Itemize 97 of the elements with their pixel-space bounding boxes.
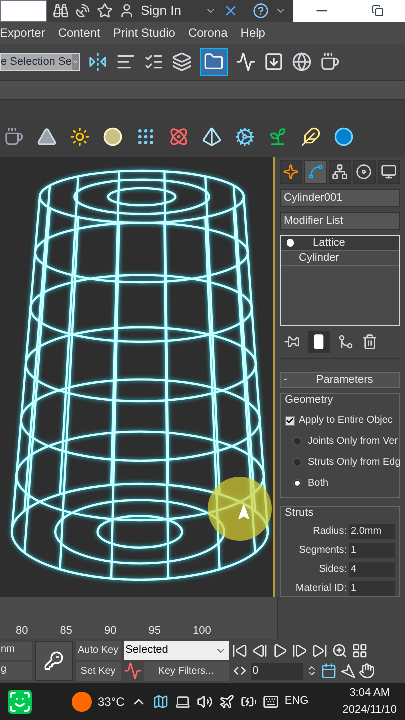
skip-forward-icon[interactable] bbox=[312, 642, 328, 658]
key-filters-button[interactable]: Key Filters... bbox=[144, 662, 229, 681]
hierarchy-tab[interactable] bbox=[328, 160, 352, 184]
sparkle-tab[interactable] bbox=[280, 160, 302, 184]
target-icon bbox=[356, 164, 372, 180]
radio-button[interactable] bbox=[293, 479, 302, 488]
auto-key-button[interactable]: Auto Key bbox=[76, 641, 121, 660]
cog-icon[interactable] bbox=[235, 127, 255, 147]
menu-item[interactable]: Print Studio bbox=[113, 24, 176, 42]
sign-in-button[interactable]: Sign In bbox=[141, 1, 182, 21]
user-icon[interactable] bbox=[119, 3, 135, 19]
menu-item[interactable]: Corona bbox=[188, 24, 228, 42]
app-icon[interactable] bbox=[152, 694, 169, 710]
laptop-icon[interactable] bbox=[174, 694, 191, 710]
monitor-tab[interactable] bbox=[378, 160, 400, 184]
input-field[interactable]: 1 bbox=[349, 543, 395, 558]
molecule-icon[interactable] bbox=[169, 127, 189, 147]
sun-icon[interactable] bbox=[70, 127, 90, 147]
star-icon[interactable] bbox=[97, 3, 113, 19]
menu-item[interactable]: Help bbox=[240, 24, 266, 42]
key-mode-dropdown[interactable]: Selected bbox=[124, 641, 229, 660]
key-icon bbox=[44, 651, 64, 671]
bin-icon[interactable] bbox=[362, 334, 378, 350]
curve-tab[interactable] bbox=[304, 160, 327, 184]
teapot-icon[interactable] bbox=[4, 127, 24, 147]
circle-icon[interactable] bbox=[103, 127, 123, 147]
clock-date[interactable]: 2024/11/10 bbox=[342, 702, 397, 718]
feather-icon[interactable] bbox=[301, 127, 321, 147]
airplane-icon[interactable] bbox=[218, 694, 235, 710]
pyramid-icon[interactable] bbox=[202, 127, 222, 147]
cursor-highlight bbox=[208, 477, 272, 541]
temperature-text[interactable]: 33°C bbox=[98, 692, 125, 710]
set-key-mode-button[interactable]: Set Key bbox=[76, 662, 121, 681]
dot-grid-icon[interactable] bbox=[136, 127, 156, 147]
sparkle-icon bbox=[283, 164, 300, 180]
parameters-rollout-header[interactable]: - Parameters bbox=[280, 372, 400, 388]
grass-icon[interactable] bbox=[268, 127, 288, 147]
weather-sun-icon[interactable] bbox=[72, 692, 92, 712]
grid-icon[interactable] bbox=[352, 642, 368, 658]
key-mode-value: Selected bbox=[126, 643, 168, 658]
pin-icon[interactable] bbox=[284, 334, 300, 350]
fork-icon[interactable] bbox=[338, 334, 354, 350]
radio-button[interactable] bbox=[293, 458, 302, 467]
curve-icon[interactable] bbox=[124, 662, 142, 680]
help-icon[interactable] bbox=[253, 3, 269, 19]
satellite-dish-icon[interactable] bbox=[75, 3, 91, 19]
geometry-group: Geometry Apply to Entire Objec Joints Only from Ver Struts Only from Edg Both bbox=[280, 393, 400, 498]
show-end-result-button[interactable] bbox=[308, 330, 330, 353]
arrow-icon[interactable] bbox=[340, 663, 356, 679]
calendar-icon[interactable] bbox=[320, 663, 337, 679]
binoculars-icon[interactable] bbox=[53, 3, 69, 19]
input-field[interactable]: 2.0mm bbox=[349, 524, 395, 539]
monitor-icon bbox=[380, 164, 397, 180]
step-back-icon[interactable] bbox=[252, 642, 268, 658]
globe-icon[interactable] bbox=[292, 52, 312, 72]
folder-icon bbox=[204, 52, 224, 72]
search-field[interactable] bbox=[0, 0, 47, 22]
object-name-field[interactable]: Cylinder001 bbox=[280, 189, 400, 207]
check-icon bbox=[286, 416, 294, 424]
clock-time[interactable]: 3:04 AM bbox=[350, 685, 390, 702]
restore-icon[interactable] bbox=[372, 5, 384, 17]
unit-field[interactable]: g bbox=[0, 662, 32, 680]
menu-item[interactable]: Content bbox=[58, 24, 100, 42]
keyboard-icon[interactable] bbox=[262, 694, 279, 710]
stack-item[interactable]: Lattice bbox=[281, 236, 399, 251]
menu-item[interactable]: Exporter bbox=[0, 24, 46, 42]
language-indicator[interactable]: ENG bbox=[284, 693, 309, 710]
unit-field[interactable]: nm bbox=[0, 642, 32, 660]
play-icon[interactable] bbox=[272, 642, 288, 658]
teapot-icon[interactable] bbox=[320, 52, 340, 72]
frame-field[interactable]: 0 bbox=[250, 662, 303, 680]
layers-icon[interactable] bbox=[172, 52, 192, 72]
modifier-list-dropdown[interactable]: Modifier List bbox=[280, 212, 400, 230]
folder-button[interactable] bbox=[200, 48, 228, 76]
curve-icon bbox=[308, 164, 324, 180]
selection-set-dropdown[interactable]: e Selection Se bbox=[0, 53, 80, 71]
hand-icon[interactable] bbox=[358, 663, 375, 679]
lightbulb-icon[interactable] bbox=[286, 239, 294, 247]
input-field[interactable]: 4 bbox=[349, 562, 395, 577]
app-icon[interactable] bbox=[8, 690, 32, 714]
zoom-icon[interactable] bbox=[332, 642, 348, 658]
radio-button[interactable] bbox=[293, 437, 302, 446]
step-forward-icon[interactable] bbox=[292, 642, 308, 658]
sphere-icon[interactable] bbox=[334, 127, 354, 147]
mirror-icon[interactable] bbox=[88, 52, 108, 72]
set-key-button[interactable] bbox=[35, 641, 73, 681]
cone-icon[interactable] bbox=[37, 127, 57, 147]
download-box-icon[interactable] bbox=[264, 52, 284, 72]
skip-back-icon[interactable] bbox=[232, 642, 248, 658]
checkbox[interactable] bbox=[285, 416, 295, 426]
timeline-ruler[interactable]: 80 85 90 95 100 bbox=[0, 597, 278, 639]
input-field[interactable]: 1 bbox=[349, 581, 395, 596]
stack-item[interactable]: Cylinder bbox=[281, 251, 399, 266]
target-tab[interactable] bbox=[353, 160, 376, 184]
speaker-icon[interactable] bbox=[196, 694, 213, 710]
struts-group: Struts Radius: 2.0mm Segments: 1 Sides: 4 Material ID: 1 bbox=[280, 506, 400, 597]
hierarchy-icon bbox=[332, 164, 348, 180]
